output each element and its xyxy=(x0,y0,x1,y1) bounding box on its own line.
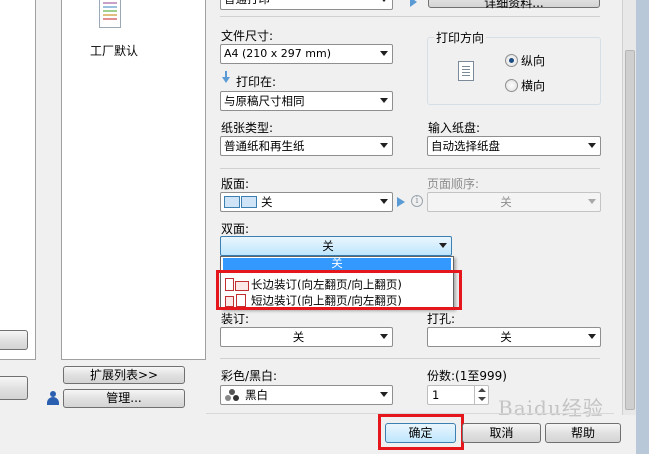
scrollbar[interactable] xyxy=(622,0,636,415)
highlight-duplex-options xyxy=(216,270,462,310)
details-button[interactable]: 详细资料... xyxy=(428,0,600,10)
extend-list-button[interactable]: 扩展列表>> xyxy=(63,366,185,384)
paper-size-label: 文件尺寸: xyxy=(221,29,274,43)
help-button[interactable]: 帮助 xyxy=(545,423,621,443)
paper-type-select[interactable]: 普通纸和再生纸 xyxy=(220,136,393,156)
print-on-label: 打印在: xyxy=(236,75,277,89)
watermark: Baidu经验 xyxy=(498,396,604,420)
input-tray-label: 输入纸盘: xyxy=(428,121,481,135)
page-order-select: 关 xyxy=(427,192,601,212)
layout-pages-icon xyxy=(224,196,240,208)
print-mode-select[interactable]: 普通打印 xyxy=(220,0,393,10)
window-edge xyxy=(636,0,649,454)
document-icon xyxy=(99,0,121,28)
scrollbar-thumb[interactable] xyxy=(625,50,635,410)
left-partial-button-1[interactable] xyxy=(0,330,28,350)
grayscale-dots-icon xyxy=(225,389,241,401)
input-tray-select[interactable]: 自动选择纸盘 xyxy=(427,136,601,156)
layout-label: 版面: xyxy=(221,177,250,191)
user-icon xyxy=(47,391,59,405)
separator xyxy=(220,358,600,359)
portrait-page-icon xyxy=(458,61,474,81)
arrow-right-icon xyxy=(410,0,417,7)
arrow-right-icon xyxy=(397,197,405,207)
copies-label: 份数:(1至999) xyxy=(427,369,507,383)
left-partial-button-2[interactable] xyxy=(0,376,28,400)
paper-type-label: 纸张类型: xyxy=(221,121,274,135)
preset-factory-default[interactable]: 工厂默认 xyxy=(90,44,138,58)
orientation-label: 打印方向 xyxy=(434,31,487,45)
landscape-label: 横向 xyxy=(521,79,546,93)
color-mode-label: 彩色/黑白: xyxy=(221,369,278,383)
spin-up-icon[interactable] xyxy=(478,388,486,392)
punch-select[interactable]: 关 xyxy=(427,327,601,347)
orientation-group xyxy=(427,37,601,105)
print-on-select[interactable]: 与原稿尺寸相同 xyxy=(220,91,393,111)
info-icon: i xyxy=(411,195,423,207)
duplex-select[interactable]: 关 xyxy=(220,236,452,256)
page-order-label: 页面顺序: xyxy=(427,177,480,191)
separator xyxy=(220,16,600,17)
staple-label: 装订: xyxy=(221,312,250,326)
preset-list-panel[interactable]: 工厂默认 xyxy=(61,0,206,360)
portrait-radio[interactable] xyxy=(505,54,518,67)
layout-select[interactable]: 关 xyxy=(220,192,393,212)
copies-spinner[interactable] xyxy=(474,385,489,405)
paper-size-select[interactable]: A4 (210 x 297 mm) xyxy=(220,44,393,64)
separator xyxy=(220,168,600,169)
staple-select[interactable]: 关 xyxy=(220,327,393,347)
layout-pages-icon-2 xyxy=(241,196,257,208)
highlight-ok-button xyxy=(378,414,464,450)
portrait-label: 纵向 xyxy=(521,54,546,68)
spin-down-icon[interactable] xyxy=(478,397,486,401)
punch-label: 打孔: xyxy=(427,312,456,326)
cancel-button[interactable]: 取消 xyxy=(462,423,541,443)
arrow-down-icon xyxy=(222,71,230,84)
color-mode-select[interactable]: 黑白 xyxy=(220,385,393,405)
landscape-radio[interactable] xyxy=(505,79,518,92)
left-list-panel xyxy=(0,0,36,360)
manage-button[interactable]: 管理... xyxy=(63,389,185,408)
duplex-label: 双面: xyxy=(221,222,250,236)
